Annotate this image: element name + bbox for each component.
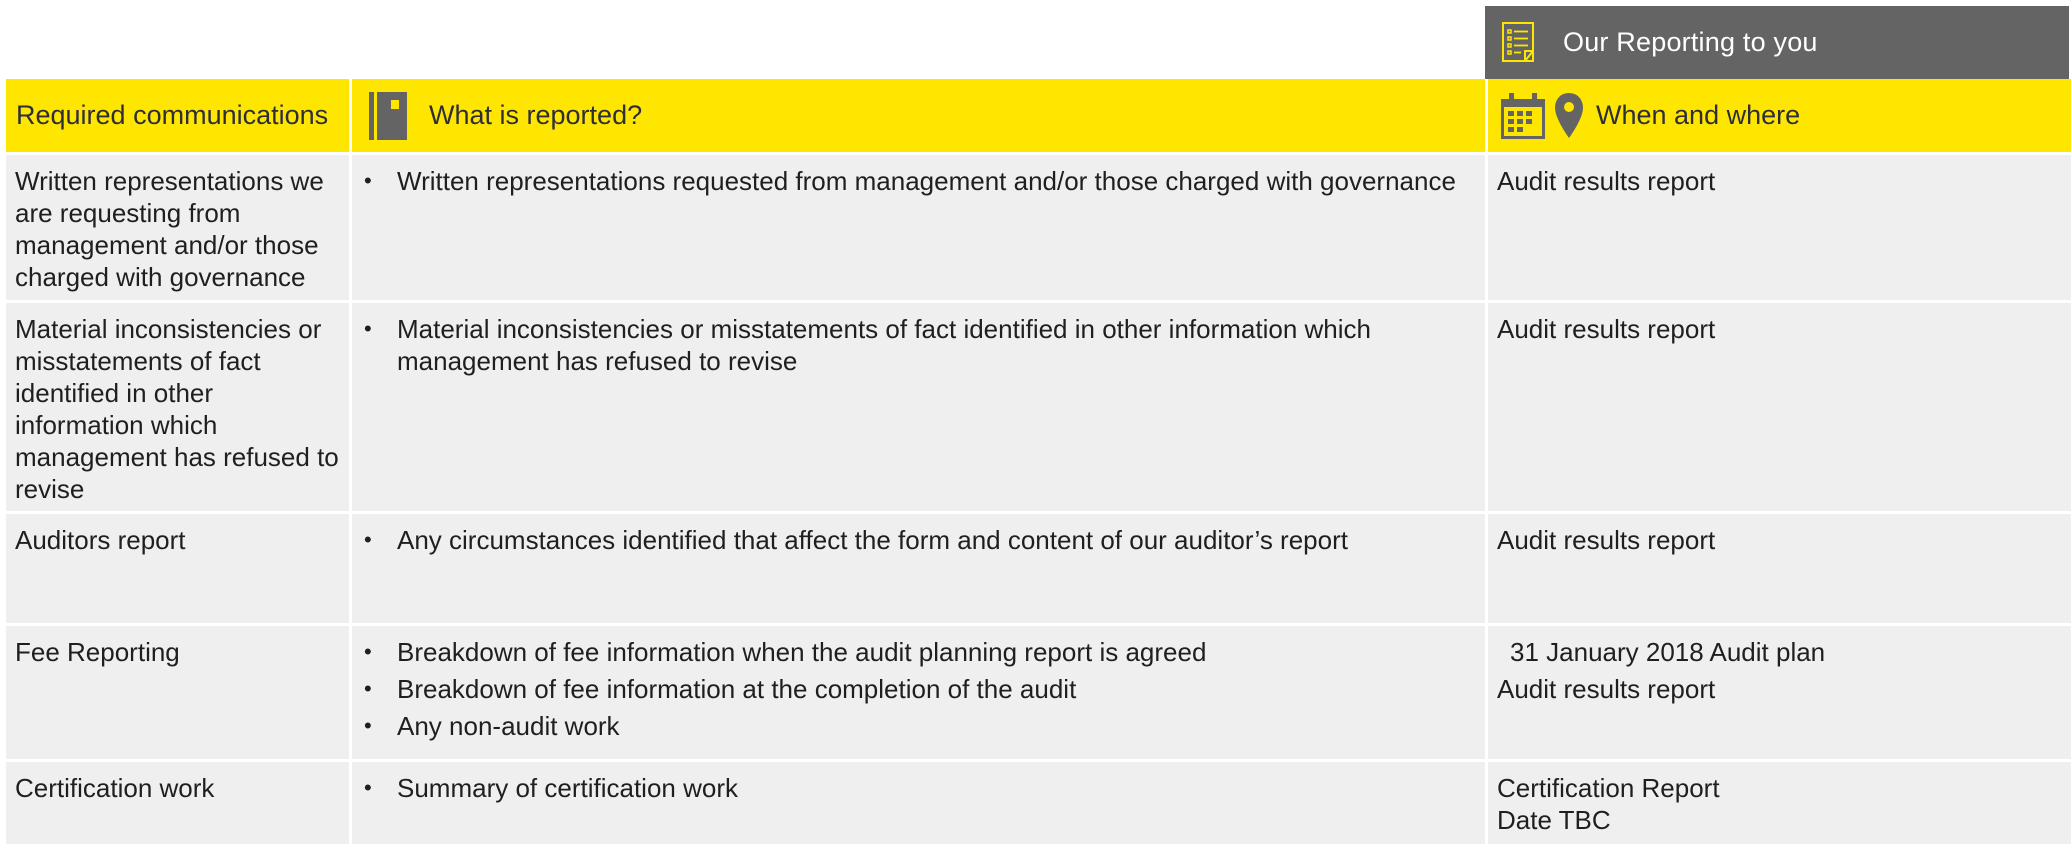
- cell-what: Breakdown of fee information when the au…: [352, 626, 1485, 759]
- required-text: Fee Reporting: [15, 637, 180, 667]
- cell-what: Any circumstances identified that affect…: [352, 514, 1485, 623]
- header-when-label: When and where: [1596, 100, 1801, 130]
- header-required-communications: Required communications: [6, 79, 349, 152]
- what-list: Summary of certification work: [362, 772, 1465, 804]
- required-text: Material inconsistencies or misstatement…: [15, 314, 339, 504]
- what-list: Written representations requested from m…: [362, 165, 1465, 197]
- cell-required: Written representations we are requestin…: [6, 155, 349, 300]
- cell-when: Audit results report: [1488, 303, 2071, 511]
- when-text: Audit results report: [1497, 166, 1716, 196]
- required-text: Auditors report: [15, 525, 186, 555]
- cell-when: Certification Report Date TBC: [1488, 762, 2071, 844]
- location-pin-icon: [1554, 92, 1584, 140]
- what-list: Material inconsistencies or misstatement…: [362, 313, 1465, 377]
- when-text: Certification Report: [1497, 773, 1720, 803]
- reporting-tab-label: Our Reporting to you: [1563, 27, 1818, 57]
- cell-required: Fee Reporting: [6, 626, 349, 759]
- report-list-icon: [1499, 20, 1541, 66]
- what-item: Any non-audit work: [362, 710, 1465, 742]
- cell-what: Material inconsistencies or misstatement…: [352, 303, 1485, 511]
- header-what-reported: What is reported?: [352, 79, 1485, 152]
- notebook-icon: [369, 90, 409, 142]
- cell-required: Material inconsistencies or misstatement…: [6, 303, 349, 511]
- cell-when: 31 January 2018 Audit plan Audit results…: [1488, 626, 2071, 759]
- required-text: Certification work: [15, 773, 215, 803]
- cell-when: Audit results report: [1488, 514, 2071, 623]
- what-item: Breakdown of fee information when the au…: [362, 636, 1465, 668]
- header-when-where: When and where: [1488, 79, 2071, 152]
- what-item: Any circumstances identified that affect…: [362, 524, 1465, 556]
- what-item: Summary of certification work: [362, 772, 1465, 804]
- what-item: Written representations requested from m…: [362, 165, 1465, 197]
- what-item: Material inconsistencies or misstatement…: [362, 313, 1465, 377]
- when-text: Date TBC: [1497, 805, 1611, 835]
- when-text: 31 January 2018 Audit plan: [1510, 637, 1826, 667]
- cell-what: Written representations requested from m…: [352, 155, 1485, 300]
- when-text: Audit results report: [1497, 314, 1716, 344]
- communications-table: Required communications What is reported…: [6, 79, 2071, 844]
- calendar-icon: [1500, 91, 1546, 141]
- when-text: Audit results report: [1497, 674, 1716, 704]
- what-list: Any circumstances identified that affect…: [362, 524, 1465, 556]
- cell-when: Audit results report: [1488, 155, 2071, 300]
- header-what-label: What is reported?: [429, 100, 643, 130]
- what-item: Breakdown of fee information at the comp…: [362, 673, 1465, 705]
- cell-required: Auditors report: [6, 514, 349, 623]
- when-text: Audit results report: [1497, 525, 1716, 555]
- cell-what: Summary of certification work: [352, 762, 1485, 844]
- cell-required: Certification work: [6, 762, 349, 844]
- reporting-tab: Our Reporting to you: [1485, 6, 2069, 79]
- what-list: Breakdown of fee information when the au…: [362, 636, 1465, 742]
- header-required-label: Required communications: [16, 100, 329, 130]
- required-text: Written representations we are requestin…: [15, 166, 324, 292]
